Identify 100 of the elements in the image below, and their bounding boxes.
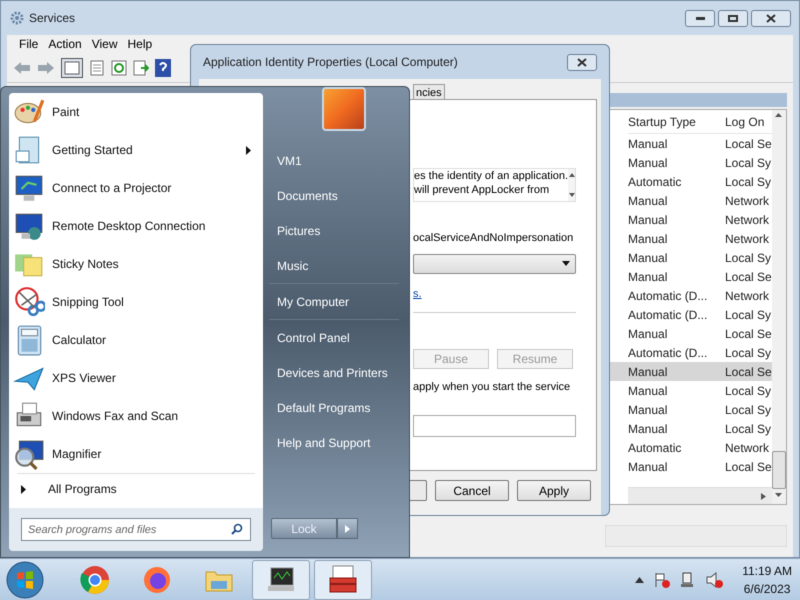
table-cell-text: Manual (628, 250, 668, 266)
toolbox-icon[interactable] (327, 564, 359, 596)
program-item[interactable]: Snipping Tool (13, 283, 255, 321)
table-cell-text: Local Sy (725, 250, 772, 266)
up-arrow-icon[interactable] (775, 113, 782, 117)
column-header[interactable]: Startup Type (628, 112, 725, 130)
table-cell-text: Automatic (D... (628, 288, 708, 304)
program-item[interactable]: Paint (13, 93, 255, 131)
maximize-button[interactable] (718, 10, 748, 26)
place-item[interactable]: VM1 (269, 143, 399, 178)
table-cell-text: Network (725, 288, 770, 304)
speaker-muted-icon[interactable] (706, 572, 724, 588)
clock-time[interactable]: 11:19 AM (742, 562, 792, 580)
table-cell-text: Manual (628, 364, 668, 380)
place-item[interactable]: My Computer (269, 284, 399, 319)
window-title: Services (29, 10, 76, 27)
start-orb-icon[interactable] (6, 560, 44, 598)
table-cell-text: Local Se (725, 326, 772, 342)
menu-item[interactable]: File (19, 35, 38, 53)
table-cell-text: Local Sy (725, 174, 772, 190)
table-cell-text: Automatic (628, 174, 682, 190)
dropdown-arrow-icon (562, 261, 570, 266)
arrow-icon (345, 524, 350, 532)
program-item[interactable]: Remote Desktop Connection (13, 207, 255, 245)
table-cell-text: Manual (628, 420, 668, 438)
flag-icon[interactable] (654, 572, 670, 588)
description-text: will prevent AppLocker from (414, 183, 550, 197)
close-button[interactable] (751, 10, 791, 26)
table-cell-text: Manual (628, 326, 668, 342)
dialog-button[interactable]: Cancel (435, 480, 509, 501)
start-parameters-field[interactable] (413, 414, 576, 436)
place-item[interactable]: Documents (269, 178, 399, 213)
vertical-scrollbar[interactable] (772, 110, 786, 504)
down-arrow-icon[interactable] (775, 493, 782, 497)
scrollbar-thumb[interactable] (772, 451, 786, 489)
table-cell-text: Automatic (D... (628, 306, 708, 324)
all-programs-item[interactable]: All Programs (9, 474, 263, 504)
properties-icon[interactable] (89, 60, 105, 76)
close-icon (577, 58, 587, 66)
up-arrow-icon[interactable] (568, 173, 575, 177)
program-item[interactable]: Sticky Notes (13, 245, 255, 283)
user-picture (322, 87, 366, 131)
taskbar-button[interactable] (252, 560, 310, 600)
place-item[interactable]: Music (269, 248, 399, 283)
table-cell-text: Manual (628, 230, 668, 248)
account-text: ocalServiceAndNoImpersonation (413, 231, 574, 246)
submenu-arrow-icon (246, 146, 251, 154)
startup-type-dropdown[interactable] (413, 254, 576, 274)
search-icon (231, 523, 243, 535)
description-text: es the identity of an application. (414, 169, 568, 183)
menu-item[interactable]: Action (48, 35, 82, 53)
minimize-button[interactable] (685, 10, 715, 26)
console-tree-icon[interactable] (61, 58, 83, 78)
help-icon[interactable] (155, 58, 171, 76)
place-item[interactable]: Devices and Printers (269, 355, 399, 390)
shutdown-options-button[interactable] (337, 518, 358, 539)
horizontal-scrollbar[interactable] (628, 487, 772, 504)
table-cell-text: Network (725, 440, 770, 456)
program-item[interactable]: XPS Viewer (13, 359, 255, 397)
chrome-icon[interactable] (79, 564, 111, 596)
table-cell-text: Manual (628, 458, 668, 476)
taskbar-button[interactable] (314, 560, 372, 600)
table-cell-text: Local Se (725, 364, 772, 380)
refresh-icon[interactable] (111, 60, 127, 76)
tab[interactable]: ncies (413, 84, 445, 99)
table-cell-text: Manual (628, 192, 668, 210)
table-cell-text: Manual (628, 402, 668, 418)
table-cell-text: Network (725, 212, 770, 228)
place-item[interactable]: Pictures (269, 213, 399, 248)
menu-item[interactable]: View (92, 35, 118, 53)
right-arrow-icon[interactable] (760, 492, 766, 500)
table-cell-text: Local Sy (725, 420, 772, 438)
table-cell-text: Local Se (725, 268, 772, 286)
close-icon (766, 14, 776, 22)
menu-item[interactable]: Help (128, 35, 152, 53)
search-field[interactable]: Search programs and files (21, 518, 251, 541)
clock-date[interactable]: 6/6/2023 (744, 580, 790, 598)
magnifier-icon (13, 438, 45, 470)
program-item[interactable]: Calculator (13, 321, 255, 359)
dialog-button[interactable]: Apply (517, 480, 591, 501)
up-caret-icon[interactable] (635, 576, 644, 582)
help-link[interactable]: s. (413, 286, 576, 302)
hint-text: apply when you start the service (413, 380, 572, 395)
place-item[interactable]: Help and Support (269, 425, 399, 460)
gear-icon (9, 10, 25, 26)
table-cell-text: Manual (628, 268, 668, 286)
program-item[interactable]: Connect to a Projector (13, 169, 255, 207)
place-item[interactable]: Control Panel (269, 320, 399, 355)
close-button[interactable] (567, 54, 597, 70)
place-item[interactable]: Default Programs (269, 390, 399, 425)
program-item[interactable]: Windows Fax and Scan (13, 397, 255, 435)
dialog-title: Application Identity Properties (Local Computer) (203, 54, 458, 71)
export-list-icon[interactable] (133, 60, 149, 76)
table-cell-text: Manual (628, 382, 668, 400)
column-header[interactable]: Log On (725, 112, 764, 130)
program-item[interactable]: Getting Started (13, 131, 255, 169)
program-item[interactable]: Magnifier (13, 435, 255, 473)
table-cell-text: Network (725, 230, 770, 248)
table-cell-text: Local Sy (725, 382, 772, 400)
down-arrow-icon[interactable] (568, 193, 575, 197)
